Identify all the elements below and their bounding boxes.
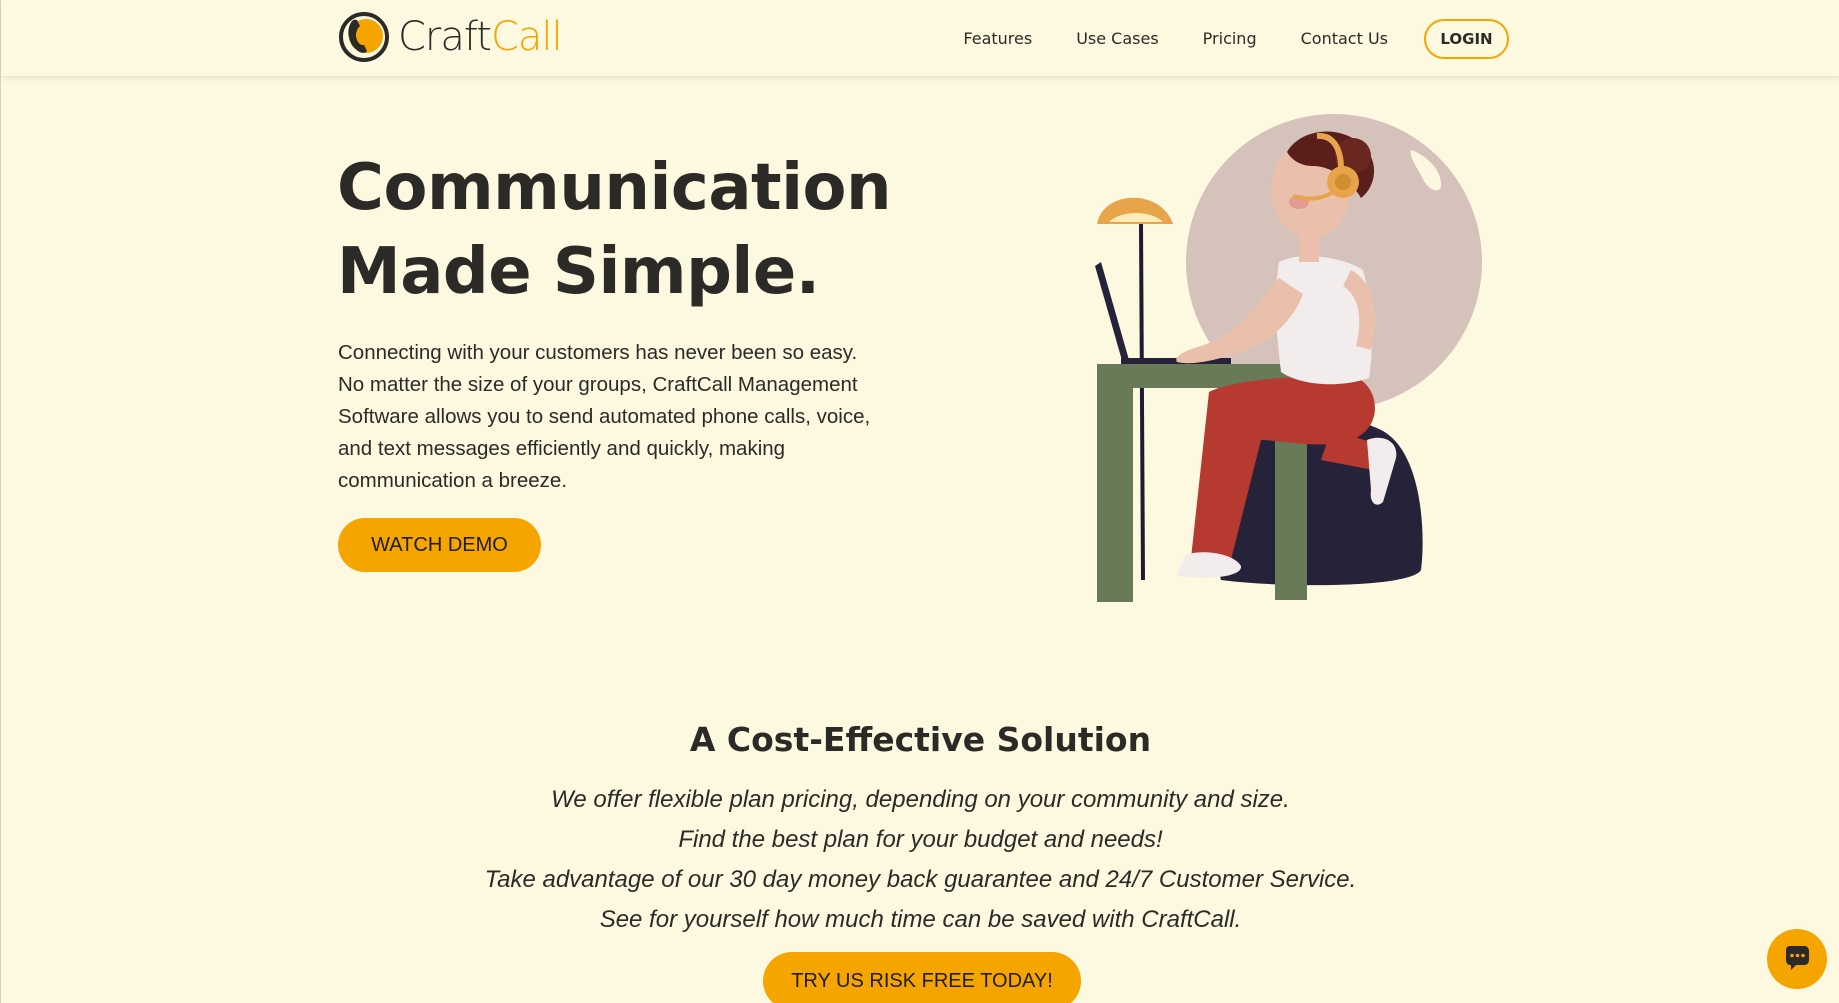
logo-word-craft: Craft (398, 14, 492, 60)
nav-link-features[interactable]: Features (963, 29, 1032, 48)
hero-description-line: communication a breeze. (338, 469, 568, 492)
logo-word-call: Call (490, 14, 563, 60)
main-nav: Features Use Cases Pricing Contact Us LO… (919, 0, 1509, 77)
craftcall-logo[interactable]: CraftCall (338, 10, 563, 64)
cost-section-line: We offer flexible plan pricing, dependin… (551, 786, 1290, 813)
try-risk-free-button[interactable]: TRY US RISK FREE TODAY! (763, 952, 1081, 1003)
hero-description-line: Connecting with your customers has never… (338, 341, 858, 364)
page: CraftCall Features Use Cases Pricing Con… (0, 0, 1839, 1003)
hero-description-line: and text messages efficiently and quickl… (338, 437, 786, 460)
login-button[interactable]: LOGIN (1424, 18, 1509, 59)
cost-section-title: A Cost-Effective Solution (689, 720, 1152, 759)
nav-link-use-cases[interactable]: Use Cases (1076, 29, 1158, 48)
chat-bubble-icon (1786, 946, 1809, 970)
cost-section-line: Take advantage of our 30 day money back … (484, 866, 1357, 893)
person-at-desk-illustration (1095, 114, 1482, 602)
hero-description: Connecting with your customers has never… (338, 337, 918, 497)
cost-section-text: We offer flexible plan pricing, dependin… (1, 780, 1839, 940)
hero-title-line-1: Communication (337, 151, 892, 225)
hero-title: Communication Made Simple. (337, 146, 977, 314)
hero-description-line: No matter the size of your groups, Craft… (338, 373, 858, 396)
cost-section-line: Find the best plan for your budget and n… (678, 826, 1163, 853)
chat-widget-button[interactable] (1767, 929, 1827, 989)
logo-wordmark: CraftCall (398, 14, 563, 60)
hero-description-line: Software allows you to send automated ph… (338, 405, 871, 428)
nav-link-pricing[interactable]: Pricing (1203, 29, 1257, 48)
nav-link-contact-us[interactable]: Contact Us (1301, 29, 1388, 48)
hero-title-line-2: Made Simple. (337, 235, 820, 309)
phone-logo-icon (339, 12, 389, 62)
watch-demo-button[interactable]: WATCH DEMO (338, 518, 541, 572)
site-header: CraftCall Features Use Cases Pricing Con… (1, 0, 1839, 77)
cost-section-line: See for yourself how much time can be sa… (599, 906, 1242, 933)
